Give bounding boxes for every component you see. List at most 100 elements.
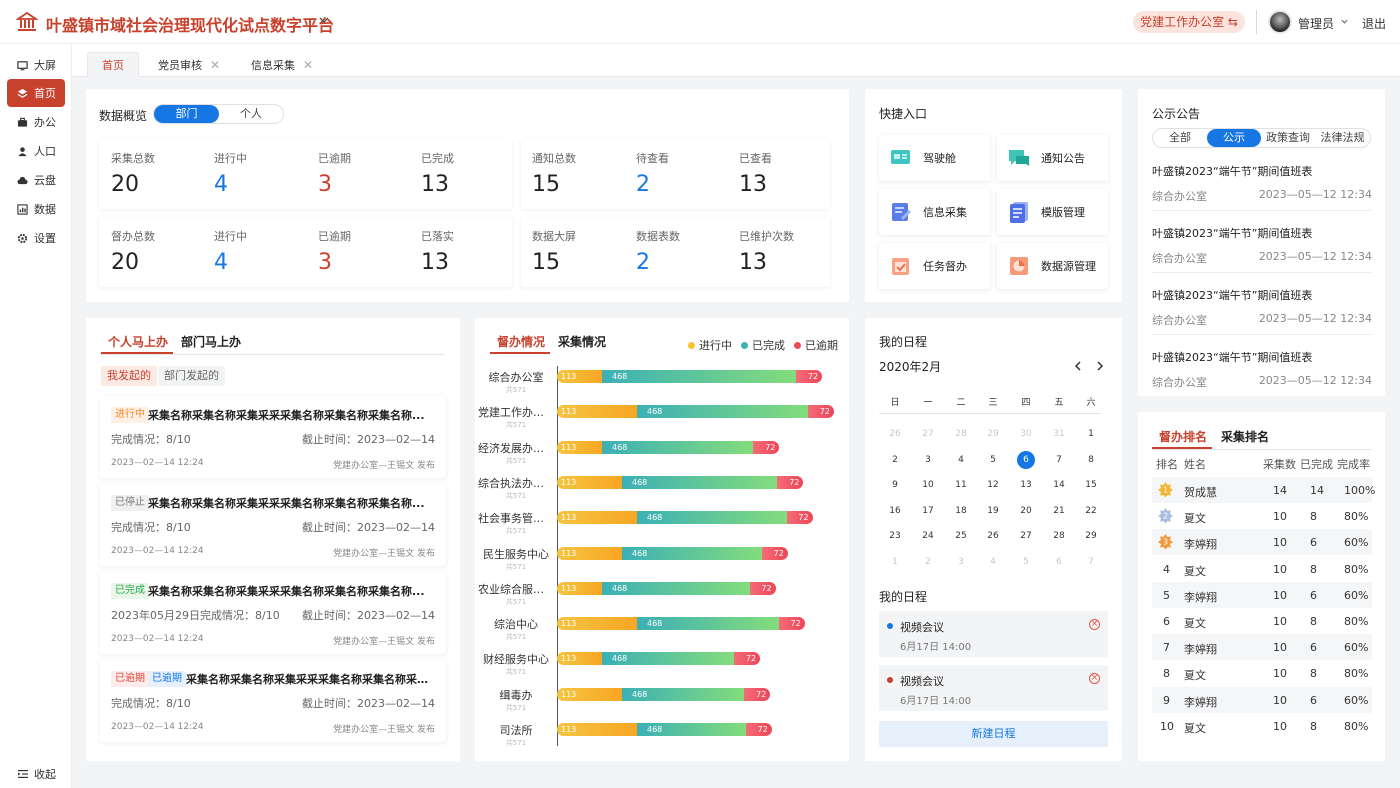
- user-name[interactable]: 管理员: [1298, 15, 1334, 32]
- calendar-day[interactable]: 29: [983, 429, 1003, 439]
- toggle-dept[interactable]: 部门: [154, 105, 219, 123]
- calendar-day[interactable]: 13: [1016, 480, 1036, 490]
- quick-template[interactable]: 模版管理: [997, 189, 1108, 235]
- calendar-day[interactable]: 3: [918, 455, 938, 465]
- remove-icon[interactable]: ×: [1089, 619, 1100, 630]
- calendar-day[interactable]: 30: [1016, 429, 1036, 439]
- chevron-left-icon[interactable]: [1072, 360, 1084, 372]
- schedule-item[interactable]: 视频会议 6月17日 14:00 ×: [879, 665, 1108, 711]
- tab-info-collect[interactable]: 信息采集 ✕: [237, 52, 327, 77]
- schedule-item[interactable]: 视频会议 6月17日 14:00 ×: [879, 611, 1108, 657]
- ranking-row[interactable]: 4 夏文 10 8 80%: [1152, 556, 1372, 582]
- notice-item[interactable]: 叶盛镇2023“端午节”期间值班表 综合办公室 2023—05—12 12:34: [1152, 349, 1372, 390]
- ranking-row[interactable]: 3 李婷翔 10 6 60%: [1152, 529, 1372, 556]
- calendar-day[interactable]: 18: [951, 506, 971, 516]
- chevron-down-icon[interactable]: [1340, 17, 1349, 26]
- office-switch-button[interactable]: 党建工作办公室 ⇆: [1133, 11, 1245, 33]
- ranking-row[interactable]: 6 夏文 10 8 80%: [1152, 608, 1372, 634]
- calendar-day[interactable]: 26: [885, 429, 905, 439]
- sidebar-item-office[interactable]: 办公: [7, 108, 65, 136]
- calendar-day[interactable]: 16: [885, 506, 905, 516]
- calendar-day[interactable]: 2: [885, 455, 905, 465]
- new-schedule-button[interactable]: 新建日程: [879, 721, 1108, 747]
- filter-initiated-by-dept[interactable]: 部门发起的: [158, 366, 225, 386]
- chevron-right-icon[interactable]: [1094, 360, 1106, 372]
- calendar-day[interactable]: 20: [1016, 506, 1036, 516]
- calendar-day[interactable]: 9: [885, 480, 905, 490]
- notice-item[interactable]: 叶盛镇2023“端午节”期间值班表 综合办公室 2023—05—12 12:34: [1152, 287, 1372, 328]
- toggle-personal[interactable]: 个人: [219, 105, 283, 123]
- calendar-day[interactable]: 8: [1081, 455, 1101, 465]
- calendar-day[interactable]: 1: [1081, 429, 1101, 439]
- tab-supervise-rank[interactable]: 督办排名: [1159, 428, 1207, 445]
- quick-datasource[interactable]: 数据源管理: [997, 243, 1108, 289]
- ranking-row[interactable]: 5 李婷翔 10 6 60%: [1152, 581, 1372, 608]
- calendar-day[interactable]: 25: [951, 531, 971, 541]
- quick-info-collect[interactable]: 信息采集: [879, 189, 990, 235]
- calendar-day[interactable]: 17: [918, 506, 938, 516]
- filter-law[interactable]: 法律法规: [1315, 129, 1370, 147]
- calendar-day[interactable]: 1: [885, 557, 905, 567]
- calendar-day[interactable]: 6: [1049, 557, 1069, 567]
- filter-policy[interactable]: 政策查询: [1261, 129, 1315, 147]
- calendar-day[interactable]: 27: [1016, 531, 1036, 541]
- calendar-day[interactable]: 24: [918, 531, 938, 541]
- filter-initiated-by-me[interactable]: 我发起的: [101, 366, 157, 386]
- logout-link[interactable]: 退出: [1362, 15, 1386, 32]
- calendar-day[interactable]: 28: [951, 429, 971, 439]
- sidebar-item-cloud[interactable]: 云盘: [7, 166, 65, 194]
- sidebar-item-population[interactable]: 人口: [7, 137, 65, 165]
- tab-collect-rank[interactable]: 采集排名: [1221, 428, 1269, 445]
- calendar-day[interactable]: 4: [983, 557, 1003, 567]
- calendar-day[interactable]: 19: [983, 506, 1003, 516]
- calendar-day[interactable]: 14: [1049, 480, 1069, 490]
- calendar-day[interactable]: 3: [951, 557, 971, 567]
- tab-collection[interactable]: 采集情况: [558, 333, 606, 350]
- ranking-row[interactable]: 8 夏文 10 8 80%: [1152, 660, 1372, 686]
- calendar-day[interactable]: 23: [885, 531, 905, 541]
- calendar-day[interactable]: 2: [918, 557, 938, 567]
- filter-public[interactable]: 公示: [1207, 129, 1261, 147]
- sidebar-item-screen[interactable]: 大屏: [7, 51, 65, 79]
- avatar[interactable]: [1268, 10, 1292, 34]
- sidebar-item-settings[interactable]: 设置: [7, 224, 65, 252]
- quick-notice[interactable]: 通知公告: [997, 135, 1108, 181]
- calendar-day[interactable]: 5: [983, 455, 1003, 465]
- calendar-day[interactable]: 4: [951, 455, 971, 465]
- remove-icon[interactable]: ×: [1089, 673, 1100, 684]
- task-item[interactable]: 已停止 采集名称采集名称采集采采采集名称采集名称采集名称... 完成情况：8/1…: [100, 484, 446, 566]
- calendar-day[interactable]: 5: [1016, 557, 1036, 567]
- calendar-day[interactable]: 22: [1081, 506, 1101, 516]
- tab-home[interactable]: 首页: [87, 52, 139, 77]
- calendar-day[interactable]: 10: [918, 480, 938, 490]
- calendar-day[interactable]: 29: [1081, 531, 1101, 541]
- calendar-day[interactable]: 27: [918, 429, 938, 439]
- ranking-row[interactable]: 2 夏文 10 8 80%: [1152, 503, 1372, 529]
- task-item[interactable]: 已完成 采集名称采集名称采集采采采集名称采集名称采集名称... 2023年05月…: [100, 572, 446, 654]
- tab-personal-tasks[interactable]: 个人马上办: [108, 333, 168, 350]
- calendar-day[interactable]: 26: [983, 531, 1003, 541]
- close-icon[interactable]: ✕: [210, 58, 220, 72]
- calendar-day[interactable]: 28: [1049, 531, 1069, 541]
- task-item[interactable]: 进行中 采集名称采集名称采集采采采集名称采集名称采集名称... 完成情况：8/1…: [100, 396, 446, 478]
- calendar-day[interactable]: 7: [1049, 455, 1069, 465]
- notice-item[interactable]: 叶盛镇2023“端午节”期间值班表 综合办公室 2023—05—12 12:34: [1152, 225, 1372, 266]
- calendar-day[interactable]: 21: [1049, 506, 1069, 516]
- ranking-row[interactable]: 9 李婷翔 10 6 60%: [1152, 686, 1372, 713]
- filter-all[interactable]: 全部: [1153, 129, 1207, 147]
- tab-dept-tasks[interactable]: 部门马上办: [181, 333, 241, 350]
- quick-task-supervise[interactable]: 任务督办: [879, 243, 990, 289]
- ranking-row[interactable]: 10 夏文 10 8 80%: [1152, 713, 1372, 739]
- chevron-down-icon[interactable]: [318, 14, 330, 26]
- calendar-day[interactable]: 7: [1081, 557, 1101, 567]
- quick-cockpit[interactable]: 驾驶舱: [879, 135, 990, 181]
- ranking-row[interactable]: 7 李婷翔 10 6 60%: [1152, 634, 1372, 661]
- calendar-day[interactable]: 31: [1049, 429, 1069, 439]
- task-item[interactable]: 已逾期 已逾期 采集名称采集名称采集采采采集名称采集名称采集名称... 完成情况…: [100, 660, 446, 742]
- ranking-row[interactable]: 1 贺成慧 14 14 100%: [1152, 477, 1375, 503]
- calendar-day[interactable]: 15: [1081, 480, 1101, 490]
- calendar-day[interactable]: 6: [1017, 450, 1035, 469]
- tab-party-review[interactable]: 党员审核 ✕: [144, 52, 234, 77]
- tab-supervision[interactable]: 督办情况: [497, 333, 545, 350]
- close-icon[interactable]: ✕: [303, 58, 313, 72]
